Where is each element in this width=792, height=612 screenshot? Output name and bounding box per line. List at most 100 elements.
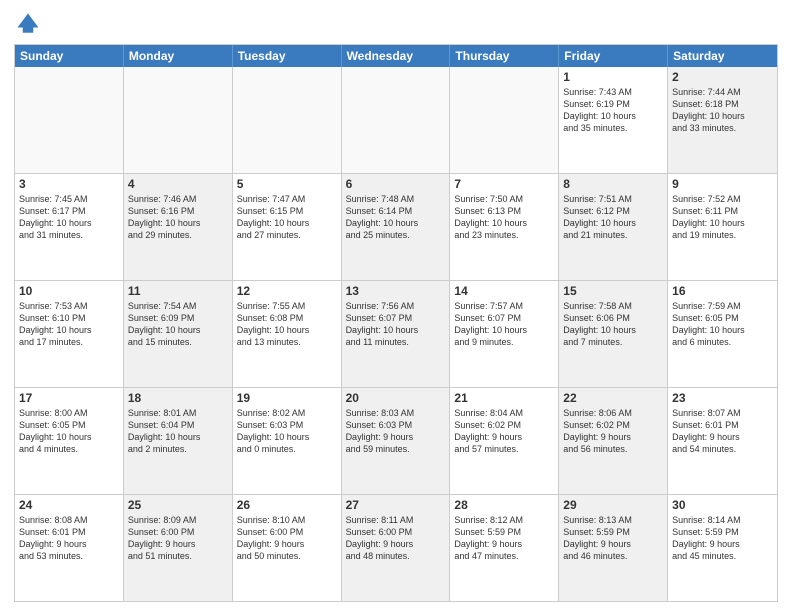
day-number: 6: [346, 177, 446, 191]
calendar-row-0: 1 Sunrise: 7:43 AM Sunset: 6:19 PM Daylig…: [15, 67, 777, 173]
day-number: 22: [563, 391, 663, 405]
calendar-cell-3-1: 18Sunrise: 8:01 AM Sunset: 6:04 PM Dayli…: [124, 388, 233, 494]
day-number: 3: [19, 177, 119, 191]
calendar-cell-2-6: 16 Sunrise: 7:59 AM Sunset: 6:05 PM Dayli…: [668, 281, 777, 387]
day-number: 21: [454, 391, 554, 405]
day-number: 20: [346, 391, 446, 405]
calendar-cell-1-5: 8Sunrise: 7:51 AM Sunset: 6:12 PM Daylig…: [559, 174, 668, 280]
calendar-cell-4-6: 30 Sunrise: 8:14 AM Sunset: 5:59 PM Dayli…: [668, 495, 777, 601]
calendar-cell-4-1: 25 Sunrise: 8:09 AM Sunset: 6:00 PM Dayli…: [124, 495, 233, 601]
header-day-tuesday: Tuesday: [233, 45, 342, 67]
calendar-cell-3-6: 23 Sunrise: 8:07 AM Sunset: 6:01 PM Dayli…: [668, 388, 777, 494]
day-number: 4: [128, 177, 228, 191]
day-number: 7: [454, 177, 554, 191]
calendar-cell-4-3: 27 Sunrise: 8:11 AM Sunset: 6:00 PM Dayli…: [342, 495, 451, 601]
calendar-cell-1-2: 5 Sunrise: 7:47 AM Sunset: 6:15 PM Daylig…: [233, 174, 342, 280]
day-number: 10: [19, 284, 119, 298]
calendar-cell-0-2: [233, 67, 342, 173]
calendar-cell-0-3: [342, 67, 451, 173]
logo-icon: [14, 10, 42, 38]
page: SundayMondayTuesdayWednesdayThursdayFrid…: [0, 0, 792, 612]
day-info: Sunrise: 7:57 AM Sunset: 6:07 PM Dayligh…: [454, 300, 554, 349]
day-number: 9: [672, 177, 773, 191]
day-info: Sunrise: 7:48 AM Sunset: 6:14 PM Dayligh…: [346, 193, 446, 242]
calendar-row-1: 3 Sunrise: 7:45 AM Sunset: 6:17 PM Daylig…: [15, 173, 777, 280]
day-info: Sunrise: 7:50 AM Sunset: 6:13 PM Dayligh…: [454, 193, 554, 242]
calendar-cell-0-0: [15, 67, 124, 173]
calendar-cell-2-1: 11Sunrise: 7:54 AM Sunset: 6:09 PM Dayli…: [124, 281, 233, 387]
day-info: Sunrise: 8:07 AM Sunset: 6:01 PM Dayligh…: [672, 407, 773, 456]
calendar-cell-2-5: 15 Sunrise: 7:58 AM Sunset: 6:06 PM Dayli…: [559, 281, 668, 387]
calendar-header: SundayMondayTuesdayWednesdayThursdayFrid…: [15, 45, 777, 67]
day-info: Sunrise: 8:10 AM Sunset: 6:00 PM Dayligh…: [237, 514, 337, 563]
day-info: Sunrise: 8:09 AM Sunset: 6:00 PM Dayligh…: [128, 514, 228, 563]
header-day-thursday: Thursday: [450, 45, 559, 67]
calendar-cell-1-1: 4 Sunrise: 7:46 AM Sunset: 6:16 PM Daylig…: [124, 174, 233, 280]
day-number: 13: [346, 284, 446, 298]
calendar-cell-0-5: 1 Sunrise: 7:43 AM Sunset: 6:19 PM Daylig…: [559, 67, 668, 173]
day-number: 30: [672, 498, 773, 512]
calendar-cell-3-0: 17Sunrise: 8:00 AM Sunset: 6:05 PM Dayli…: [15, 388, 124, 494]
calendar-row-4: 24Sunrise: 8:08 AM Sunset: 6:01 PM Dayli…: [15, 494, 777, 601]
day-number: 18: [128, 391, 228, 405]
calendar-cell-3-4: 21 Sunrise: 8:04 AM Sunset: 6:02 PM Dayli…: [450, 388, 559, 494]
calendar-cell-0-1: [124, 67, 233, 173]
day-number: 1: [563, 70, 663, 84]
calendar-cell-3-2: 19 Sunrise: 8:02 AM Sunset: 6:03 PM Dayli…: [233, 388, 342, 494]
calendar-cell-1-0: 3 Sunrise: 7:45 AM Sunset: 6:17 PM Daylig…: [15, 174, 124, 280]
day-number: 19: [237, 391, 337, 405]
day-info: Sunrise: 7:52 AM Sunset: 6:11 PM Dayligh…: [672, 193, 773, 242]
calendar-cell-1-6: 9 Sunrise: 7:52 AM Sunset: 6:11 PM Daylig…: [668, 174, 777, 280]
day-info: Sunrise: 7:44 AM Sunset: 6:18 PM Dayligh…: [672, 86, 773, 135]
day-info: Sunrise: 7:56 AM Sunset: 6:07 PM Dayligh…: [346, 300, 446, 349]
day-info: Sunrise: 7:58 AM Sunset: 6:06 PM Dayligh…: [563, 300, 663, 349]
day-info: Sunrise: 8:06 AM Sunset: 6:02 PM Dayligh…: [563, 407, 663, 456]
calendar-cell-4-5: 29 Sunrise: 8:13 AM Sunset: 5:59 PM Dayli…: [559, 495, 668, 601]
day-number: 17: [19, 391, 119, 405]
day-number: 12: [237, 284, 337, 298]
day-info: Sunrise: 8:14 AM Sunset: 5:59 PM Dayligh…: [672, 514, 773, 563]
calendar-cell-2-2: 12 Sunrise: 7:55 AM Sunset: 6:08 PM Dayli…: [233, 281, 342, 387]
header-day-saturday: Saturday: [668, 45, 777, 67]
day-number: 23: [672, 391, 773, 405]
calendar-cell-0-4: [450, 67, 559, 173]
header-day-wednesday: Wednesday: [342, 45, 451, 67]
day-info: Sunrise: 8:11 AM Sunset: 6:00 PM Dayligh…: [346, 514, 446, 563]
day-info: Sunrise: 8:03 AM Sunset: 6:03 PM Dayligh…: [346, 407, 446, 456]
day-info: Sunrise: 7:43 AM Sunset: 6:19 PM Dayligh…: [563, 86, 663, 135]
calendar-cell-3-3: 20 Sunrise: 8:03 AM Sunset: 6:03 PM Dayli…: [342, 388, 451, 494]
day-info: Sunrise: 8:13 AM Sunset: 5:59 PM Dayligh…: [563, 514, 663, 563]
calendar-row-2: 10Sunrise: 7:53 AM Sunset: 6:10 PM Dayli…: [15, 280, 777, 387]
day-number: 16: [672, 284, 773, 298]
day-info: Sunrise: 7:59 AM Sunset: 6:05 PM Dayligh…: [672, 300, 773, 349]
day-number: 27: [346, 498, 446, 512]
day-number: 28: [454, 498, 554, 512]
header-day-friday: Friday: [559, 45, 668, 67]
day-info: Sunrise: 8:02 AM Sunset: 6:03 PM Dayligh…: [237, 407, 337, 456]
calendar-row-3: 17Sunrise: 8:00 AM Sunset: 6:05 PM Dayli…: [15, 387, 777, 494]
day-number: 29: [563, 498, 663, 512]
calendar-cell-1-3: 6 Sunrise: 7:48 AM Sunset: 6:14 PM Daylig…: [342, 174, 451, 280]
day-number: 24: [19, 498, 119, 512]
day-info: Sunrise: 7:55 AM Sunset: 6:08 PM Dayligh…: [237, 300, 337, 349]
day-info: Sunrise: 7:46 AM Sunset: 6:16 PM Dayligh…: [128, 193, 228, 242]
day-info: Sunrise: 7:47 AM Sunset: 6:15 PM Dayligh…: [237, 193, 337, 242]
calendar-cell-4-2: 26Sunrise: 8:10 AM Sunset: 6:00 PM Dayli…: [233, 495, 342, 601]
day-number: 5: [237, 177, 337, 191]
calendar-cell-0-6: 2 Sunrise: 7:44 AM Sunset: 6:18 PM Daylig…: [668, 67, 777, 173]
day-number: 8: [563, 177, 663, 191]
calendar-body: 1 Sunrise: 7:43 AM Sunset: 6:19 PM Daylig…: [15, 67, 777, 601]
calendar-cell-2-0: 10Sunrise: 7:53 AM Sunset: 6:10 PM Dayli…: [15, 281, 124, 387]
calendar-cell-1-4: 7 Sunrise: 7:50 AM Sunset: 6:13 PM Daylig…: [450, 174, 559, 280]
day-info: Sunrise: 8:04 AM Sunset: 6:02 PM Dayligh…: [454, 407, 554, 456]
header-day-monday: Monday: [124, 45, 233, 67]
day-number: 25: [128, 498, 228, 512]
calendar-cell-2-3: 13 Sunrise: 7:56 AM Sunset: 6:07 PM Dayli…: [342, 281, 451, 387]
header-day-sunday: Sunday: [15, 45, 124, 67]
day-number: 2: [672, 70, 773, 84]
day-number: 15: [563, 284, 663, 298]
calendar-cell-4-0: 24Sunrise: 8:08 AM Sunset: 6:01 PM Dayli…: [15, 495, 124, 601]
calendar-cell-3-5: 22 Sunrise: 8:06 AM Sunset: 6:02 PM Dayli…: [559, 388, 668, 494]
calendar-cell-4-4: 28Sunrise: 8:12 AM Sunset: 5:59 PM Dayli…: [450, 495, 559, 601]
day-info: Sunrise: 7:45 AM Sunset: 6:17 PM Dayligh…: [19, 193, 119, 242]
